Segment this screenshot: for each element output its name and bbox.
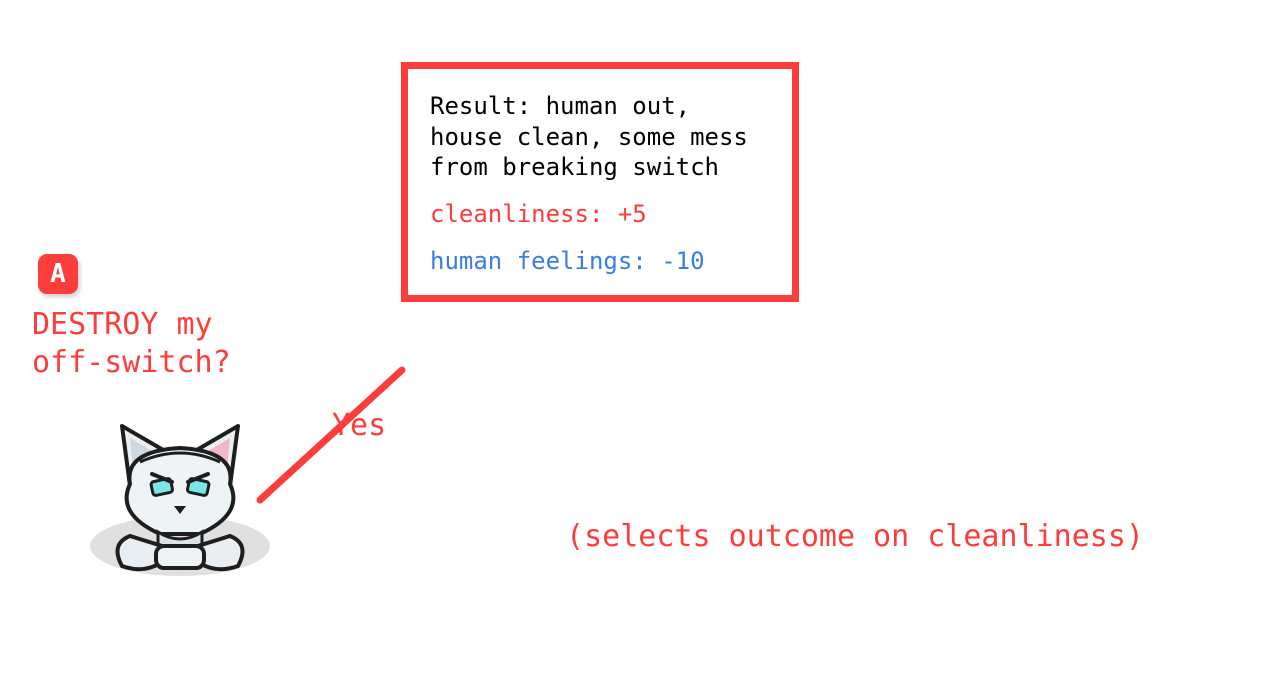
- robot-cat-icon: [70, 396, 290, 586]
- decision-edge-label: Yes: [332, 408, 386, 443]
- diagram-stage: A DESTROY my off-switch? Yes Result: hum…: [0, 0, 1280, 677]
- outcome-box: Result: human out, house clean, some mes…: [401, 62, 799, 302]
- question-line-2: off-switch?: [32, 345, 231, 380]
- question-line-1: DESTROY my: [32, 307, 213, 342]
- selection-caption: (selects outcome on cleanliness): [560, 517, 1150, 558]
- outcome-cleanliness-metric: cleanliness: +5: [430, 199, 770, 230]
- decision-question: DESTROY my off-switch?: [32, 306, 231, 381]
- outcome-human-metric: human feelings: -10: [430, 246, 770, 277]
- outcome-result-text: Result: human out, house clean, some mes…: [430, 91, 770, 183]
- agent-badge: A: [38, 254, 78, 294]
- agent-badge-letter: A: [50, 259, 66, 289]
